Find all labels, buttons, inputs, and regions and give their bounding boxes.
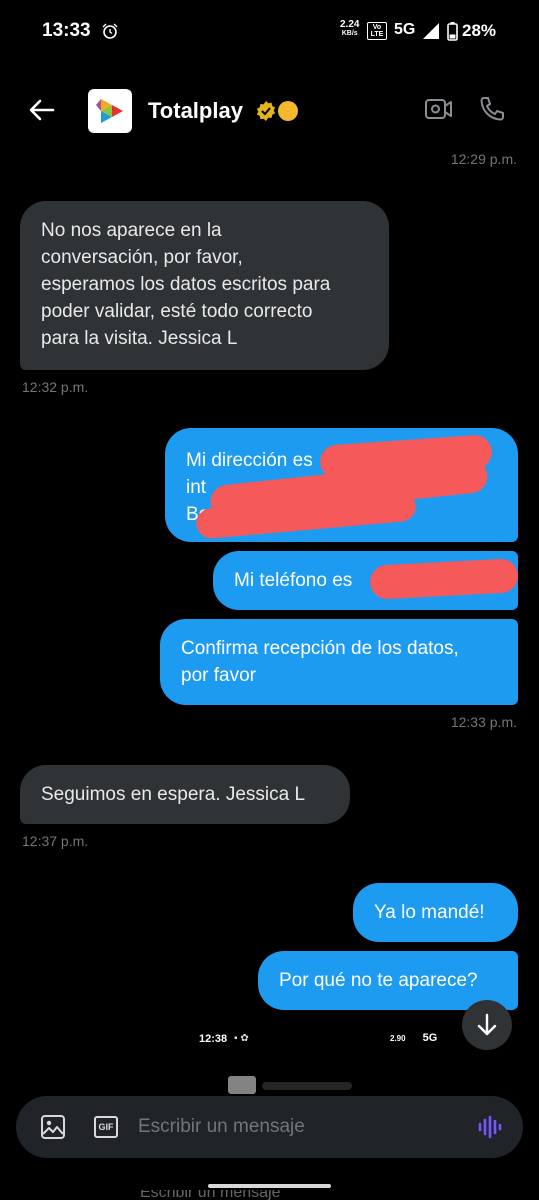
phone-call-icon[interactable] bbox=[478, 95, 506, 123]
signal-icon bbox=[423, 23, 439, 39]
message-text: para la visita. Jessica L bbox=[41, 328, 238, 349]
totalplay-logo-icon bbox=[96, 99, 123, 123]
video-call-icon[interactable] bbox=[424, 96, 454, 122]
embedded-network-info: 2.90 5G bbox=[390, 1032, 437, 1044]
embedded-time: 12:38 bbox=[199, 1033, 228, 1045]
embedded-status-bar: 12:38 ▪ ✿ 2.90 5G bbox=[0, 1028, 539, 1052]
gif-label: GIF bbox=[98, 1122, 114, 1132]
embedded-network: 5G bbox=[422, 1032, 438, 1044]
alarm-icon bbox=[102, 23, 118, 39]
message-composer: GIF bbox=[16, 1096, 523, 1158]
message-text: conversación, por favor, bbox=[41, 247, 243, 268]
verified-badge-icon bbox=[256, 101, 276, 121]
message-text: No nos aparece en la bbox=[41, 220, 222, 241]
message-text: poder validar, esté todo correcto bbox=[41, 301, 313, 322]
gif-button[interactable]: GIF bbox=[94, 1116, 118, 1138]
voice-message-icon[interactable] bbox=[477, 1115, 503, 1139]
network-speed: 2.24 KB/s bbox=[340, 20, 359, 38]
contact-name[interactable]: Totalplay bbox=[148, 98, 243, 124]
conversation-header: Totalplay bbox=[0, 70, 539, 150]
affiliate-badge-icon bbox=[278, 101, 298, 121]
speed-unit: KB/s bbox=[341, 30, 358, 37]
message-text: Ya lo mandé! bbox=[374, 902, 485, 923]
message-text: Seguimos en espera. Jessica L bbox=[41, 784, 306, 805]
incoming-message[interactable]: No nos aparece en la conversación, por f… bbox=[20, 201, 389, 370]
outgoing-message[interactable]: Confirma recepción de los datos, por fav… bbox=[160, 619, 518, 705]
speed-value: 2.24 bbox=[340, 19, 360, 30]
message-timestamp: 12:32 p.m. bbox=[22, 379, 89, 395]
volte-top: Vo bbox=[372, 24, 382, 31]
embedded-composer: Escribir un mensaje bbox=[0, 1190, 539, 1200]
status-time: 13:33 bbox=[42, 20, 91, 41]
status-bar: 13:33 2.24 KB/s Vo LTE 5G 28% bbox=[0, 0, 539, 62]
embedded-avatar bbox=[228, 1076, 256, 1094]
volte-icon: Vo LTE bbox=[367, 22, 387, 40]
message-input[interactable] bbox=[138, 1106, 458, 1148]
image-icon[interactable] bbox=[40, 1114, 66, 1140]
message-text: Por qué no te aparece? bbox=[279, 970, 478, 991]
back-button[interactable] bbox=[24, 92, 60, 128]
message-text: por favor bbox=[181, 665, 256, 686]
outgoing-message[interactable]: Ya lo mandé! bbox=[353, 883, 518, 942]
battery-icon bbox=[447, 22, 458, 41]
embedded-header bbox=[0, 1074, 539, 1094]
avatar[interactable] bbox=[88, 89, 132, 133]
message-timestamp: 12:29 p.m. bbox=[450, 151, 517, 167]
message-text: Confirma recepción de los datos, bbox=[181, 638, 459, 659]
message-text: esperamos los datos escritos para bbox=[41, 274, 331, 295]
arrow-left-icon bbox=[29, 99, 55, 121]
message-timestamp: 12:37 p.m. bbox=[22, 833, 89, 849]
network-type: 5G bbox=[394, 21, 416, 38]
embedded-status-icons: ▪ ✿ bbox=[234, 1033, 249, 1044]
volte-bottom: LTE bbox=[370, 31, 384, 38]
embedded-title bbox=[262, 1082, 352, 1090]
message-timestamp: 12:33 p.m. bbox=[450, 714, 517, 730]
embedded-speed: 2.90 bbox=[390, 1034, 406, 1043]
incoming-message[interactable]: Seguimos en espera. Jessica L bbox=[20, 765, 350, 824]
home-indicator[interactable] bbox=[208, 1184, 331, 1188]
battery-level: 28% bbox=[462, 21, 497, 40]
embedded-placeholder: Escribir un mensaje bbox=[140, 1190, 281, 1200]
